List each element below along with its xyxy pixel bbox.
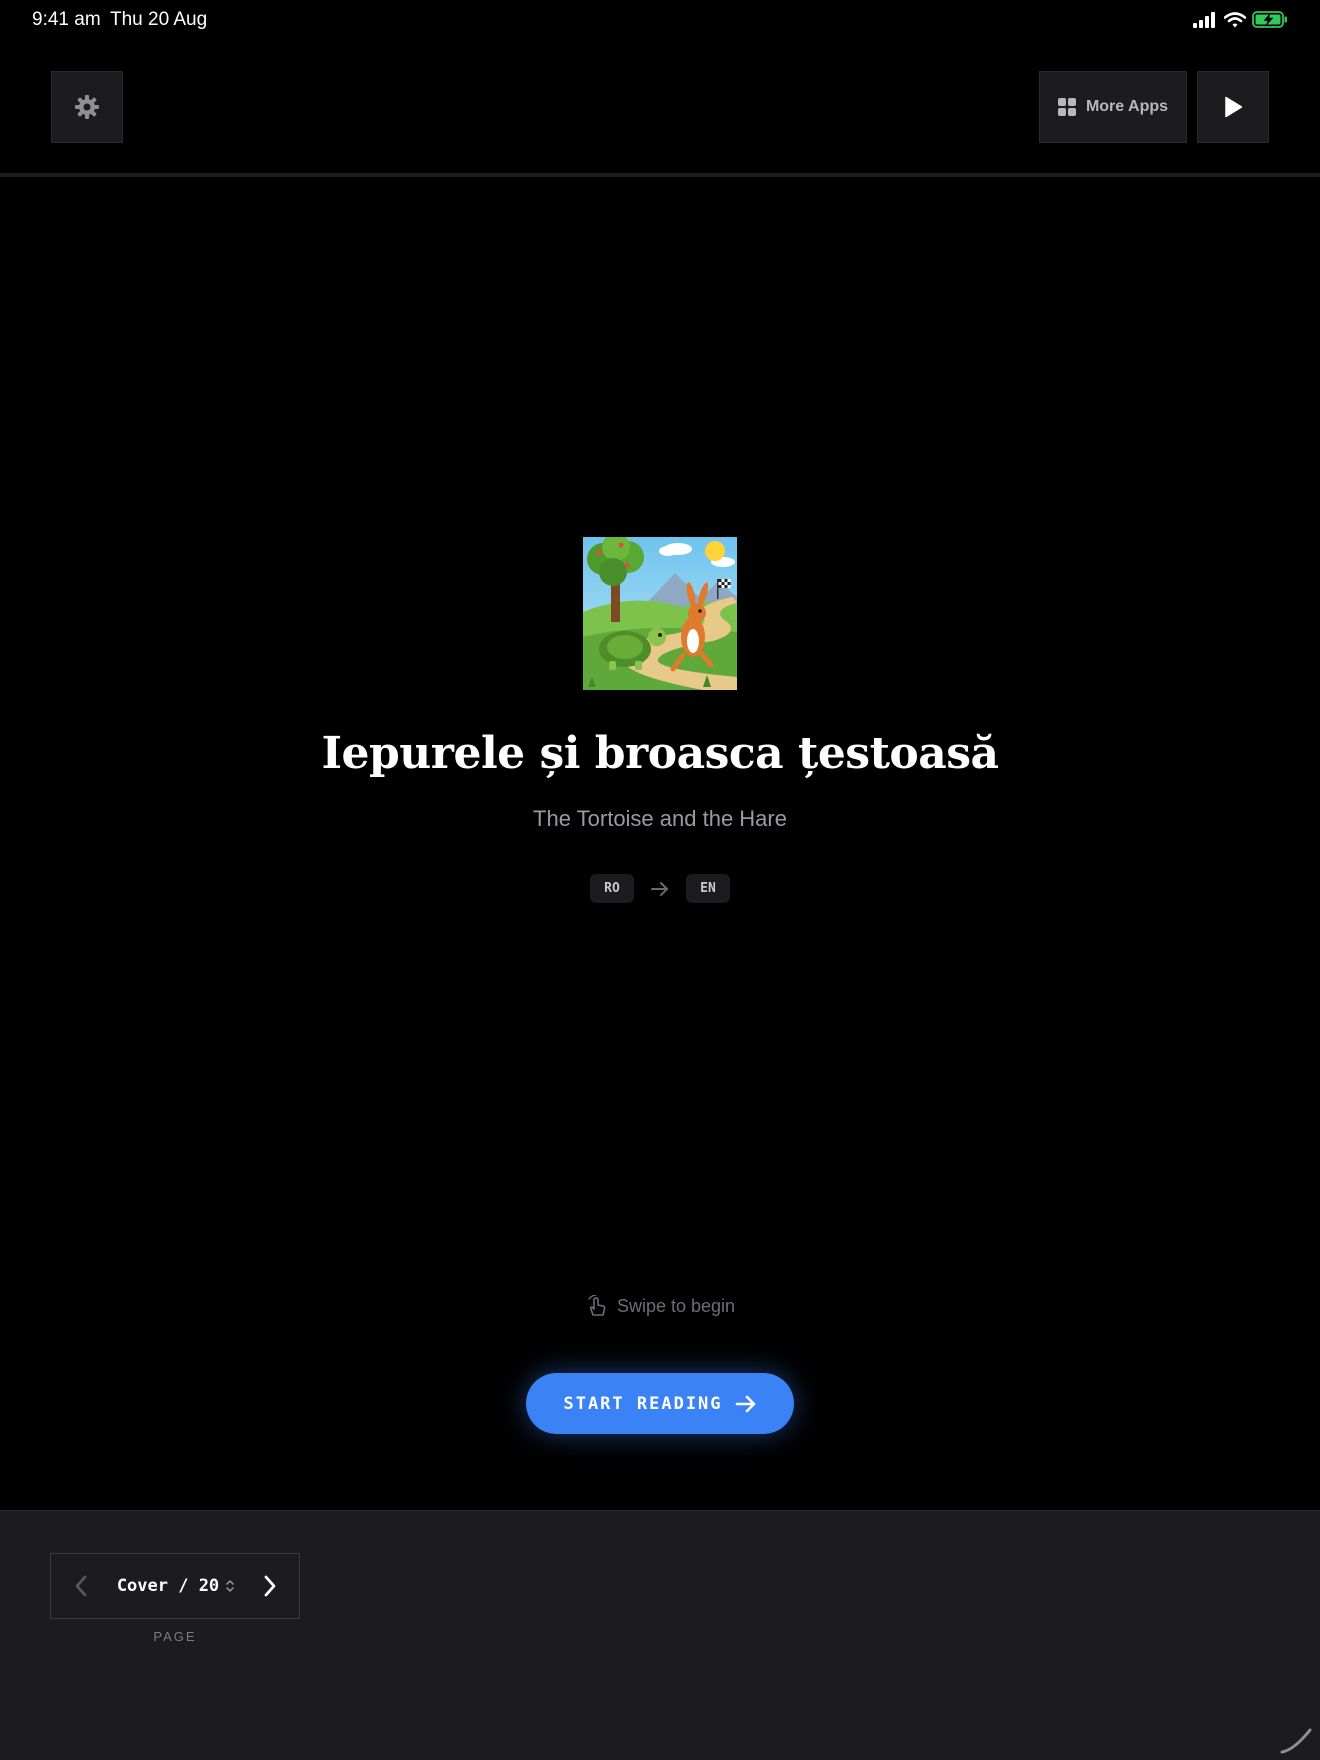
toolbar-divider bbox=[0, 173, 1320, 177]
bottom-panel: Cover / 20 PAGE bbox=[0, 1510, 1320, 1760]
play-button[interactable] bbox=[1197, 71, 1269, 143]
chevron-up-down-icon bbox=[226, 1580, 234, 1592]
settings-button[interactable] bbox=[51, 71, 123, 143]
status-date: Thu 20 Aug bbox=[110, 9, 208, 30]
source-language-badge: RO bbox=[590, 874, 634, 903]
play-icon bbox=[1225, 96, 1243, 118]
chevron-left-icon bbox=[75, 1575, 87, 1597]
gear-icon bbox=[75, 95, 99, 119]
swipe-gesture-icon bbox=[588, 1295, 606, 1316]
swipe-hint-text: Swipe to begin bbox=[616, 1295, 736, 1316]
page-caption: PAGE bbox=[153, 1629, 197, 1644]
sun-icon bbox=[705, 541, 725, 561]
status-time: 9:41 am bbox=[32, 9, 101, 30]
target-language-badge: EN bbox=[686, 874, 730, 903]
more-apps-button[interactable]: More Apps bbox=[1039, 71, 1187, 143]
arrow-right-icon bbox=[735, 1395, 755, 1412]
page-navigator: Cover / 20 bbox=[50, 1553, 300, 1619]
grid-icon bbox=[1057, 98, 1076, 116]
page-indicator: Cover / 20 bbox=[116, 1576, 220, 1596]
cover-illustration bbox=[583, 537, 737, 690]
cellular-signal-icon bbox=[1193, 11, 1215, 28]
battery-charging-icon bbox=[1252, 11, 1287, 28]
next-page-button[interactable] bbox=[241, 1554, 299, 1618]
chevron-right-icon bbox=[264, 1575, 276, 1597]
page-select[interactable]: Cover / 20 bbox=[111, 1576, 241, 1596]
start-reading-label: START READING bbox=[563, 1393, 723, 1414]
previous-page-button[interactable] bbox=[51, 1554, 111, 1618]
resize-handle-icon[interactable] bbox=[1280, 1722, 1312, 1754]
swipe-hint: Swipe to begin bbox=[0, 1295, 1320, 1317]
book-subtitle: The Tortoise and the Hare bbox=[533, 806, 787, 831]
start-reading-button[interactable]: START READING bbox=[526, 1373, 794, 1434]
language-pair: RO EN bbox=[0, 874, 1320, 903]
status-bar: 9:41 am Thu 20 Aug bbox=[0, 0, 1320, 40]
more-apps-label: More Apps bbox=[1085, 98, 1169, 115]
arrow-right-icon bbox=[651, 881, 668, 896]
wifi-icon bbox=[1224, 11, 1246, 27]
book-title: Iepurele și broasca țestoasă bbox=[321, 728, 999, 779]
status-icons bbox=[1192, 11, 1288, 28]
